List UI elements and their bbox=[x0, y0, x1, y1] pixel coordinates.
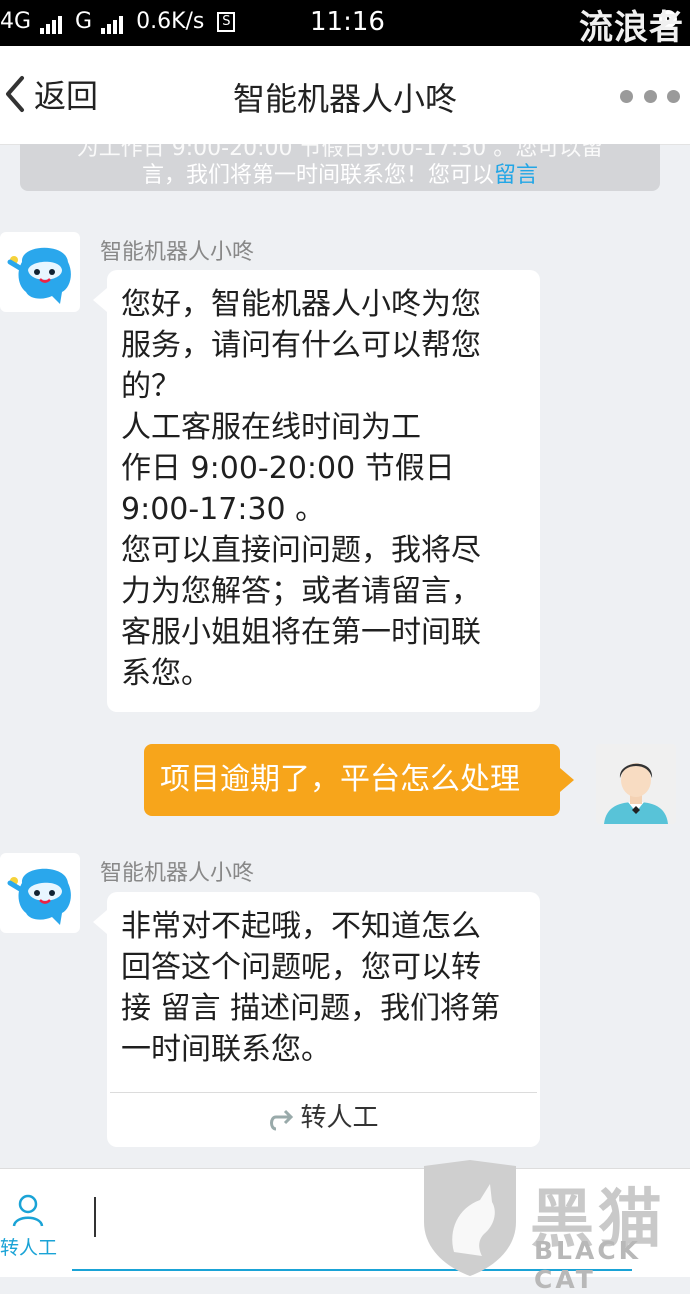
message-line: 非常对不起哦，不知道怎么 bbox=[121, 909, 481, 944]
cat-shield-logo-icon bbox=[424, 1160, 516, 1276]
bot-avatar[interactable] bbox=[0, 853, 80, 933]
message-line: 力为您解答；或者请留言， bbox=[121, 574, 481, 609]
message-line: 作日 9:00-20:00 节假日 bbox=[121, 451, 455, 486]
bot-message-bubble: 您好，智能机器人小咚为您 服务，请问有什么可以帮您 的？ 人工客服在线时间为工 … bbox=[93, 270, 540, 712]
human-agent-label: 转人工 bbox=[0, 1237, 58, 1259]
message-line: 客服小姐姐将在第一时间联 bbox=[121, 615, 481, 650]
message-line: 人工客服在线时间为工 bbox=[121, 410, 421, 445]
message-line: 接 留言 描述问题，我们将第 bbox=[121, 991, 501, 1026]
blackcat-watermark: 黑猫 BLACK CAT bbox=[418, 1160, 690, 1294]
bubble-tail bbox=[93, 288, 107, 312]
page-title: 智能机器人小咚 bbox=[232, 80, 457, 118]
redirect-arrow-icon bbox=[270, 1109, 294, 1130]
bot-message-bubble: 非常对不起哦，不知道怎么 回答这个问题呢，您可以转 接 留言 描述问题，我们将第… bbox=[93, 892, 540, 1147]
signal-icon bbox=[40, 9, 64, 34]
user-message-text: 项目逾期了，平台怎么处理 bbox=[160, 762, 520, 797]
leave-message-link[interactable]: 留言 bbox=[494, 163, 538, 188]
message-line: 服务，请问有什么可以帮您 bbox=[121, 328, 481, 363]
robot-mascot-icon bbox=[7, 868, 71, 925]
message-line: 回答这个问题呢，您可以转 bbox=[121, 950, 481, 985]
message-line: 您好，智能机器人小咚为您 bbox=[121, 287, 481, 322]
notice-text: 言，我们将第一时间联系您！您可以 bbox=[141, 163, 494, 188]
chevron-left-icon bbox=[6, 76, 24, 112]
nav-bar: 返回 智能机器人小咚 bbox=[0, 46, 690, 145]
logo-english-text: BLACK CAT bbox=[534, 1236, 642, 1294]
bubble-tail bbox=[560, 768, 574, 792]
back-button[interactable]: 返回 bbox=[0, 72, 98, 116]
back-label: 返回 bbox=[34, 77, 99, 115]
signal-icon-2 bbox=[101, 9, 125, 34]
message-line: 一时间联系您。 bbox=[121, 1032, 331, 1067]
human-agent-button[interactable]: 转人工 bbox=[0, 1193, 58, 1260]
robot-mascot-icon bbox=[7, 247, 71, 304]
network-type-2: G bbox=[75, 9, 93, 34]
message-text: 您好，智能机器人小咚为您 服务，请问有什么可以帮您 的？ 人工客服在线时间为工 … bbox=[121, 284, 531, 694]
s-badge-icon: S bbox=[217, 12, 236, 32]
message-line: 9:00-17:30 。 bbox=[121, 492, 326, 527]
more-menu-icon[interactable] bbox=[620, 86, 680, 106]
notice-line: 言，我们将第一时间联系您！您可以留言 bbox=[20, 157, 660, 189]
text-caret bbox=[94, 1197, 96, 1237]
transfer-to-human-button[interactable]: 转人工 bbox=[107, 1098, 540, 1138]
transfer-label: 转人工 bbox=[300, 1103, 379, 1133]
watermark-text: 流浪者 bbox=[579, 8, 684, 48]
status-time: 11:16 bbox=[310, 7, 385, 37]
network-type: 4G bbox=[0, 9, 32, 34]
net-speed: 0.6K/s bbox=[136, 9, 205, 34]
status-bar: 4G G 0.6K/s S 11:16 流浪者 bbox=[0, 0, 690, 48]
bot-avatar[interactable] bbox=[0, 232, 80, 312]
message-line: 您可以直接问问题，我将尽 bbox=[121, 533, 481, 568]
bubble-tail bbox=[93, 910, 107, 934]
divider bbox=[110, 1092, 537, 1093]
person-icon bbox=[12, 1194, 44, 1227]
sender-name: 智能机器人小咚 bbox=[100, 861, 255, 886]
notice-banner: 为工作日 9:00-20:00 节假日9:00-17:30 。您可以留 言，我们… bbox=[20, 144, 660, 191]
message-line: 系您。 bbox=[121, 656, 211, 691]
sender-name: 智能机器人小咚 bbox=[100, 240, 255, 265]
message-text: 非常对不起哦，不知道怎么 回答这个问题呢，您可以转 接 留言 描述问题，我们将第… bbox=[121, 906, 531, 1070]
user-person-icon bbox=[596, 744, 676, 824]
status-left: 4G G 0.6K/s S bbox=[0, 9, 236, 34]
user-avatar[interactable] bbox=[596, 744, 676, 824]
message-line: 的？ bbox=[121, 369, 181, 404]
user-message-bubble: 项目逾期了，平台怎么处理 bbox=[144, 744, 574, 816]
